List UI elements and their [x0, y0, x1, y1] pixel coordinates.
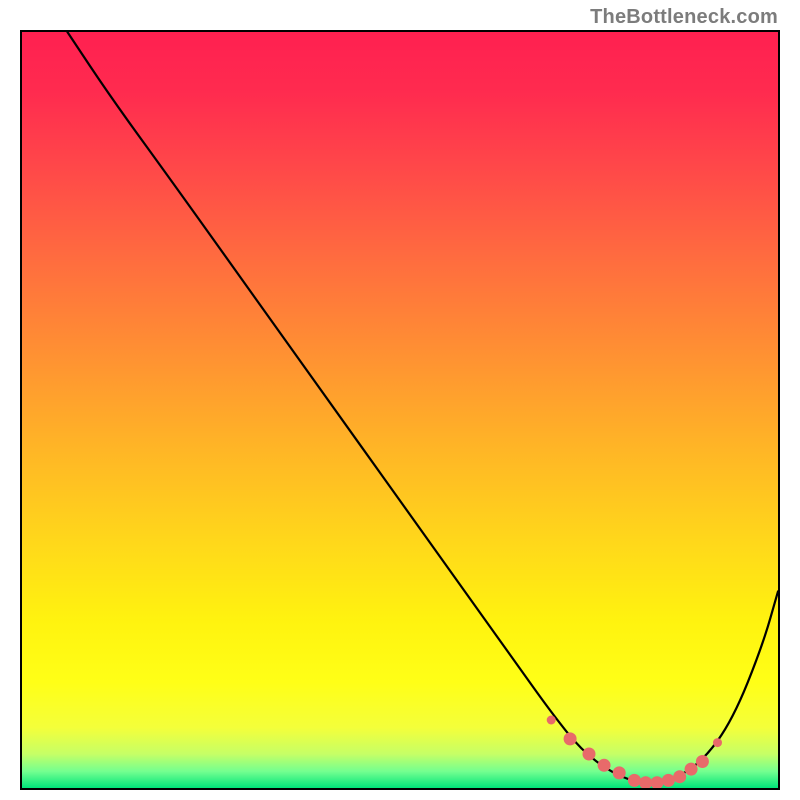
marker-dots	[547, 716, 722, 789]
chart-frame	[20, 30, 780, 790]
marker-dot	[639, 776, 652, 788]
bottleneck-curve	[67, 32, 778, 783]
marker-dot	[613, 766, 626, 779]
chart-overlay	[22, 32, 778, 788]
marker-dot	[628, 774, 641, 787]
marker-dot	[547, 716, 556, 725]
marker-dot	[696, 755, 709, 768]
marker-dot	[685, 763, 698, 776]
marker-dot	[662, 774, 675, 787]
marker-dot	[598, 759, 611, 772]
marker-dot	[564, 732, 577, 745]
marker-dot	[673, 770, 686, 783]
marker-dot	[583, 748, 596, 761]
marker-dot	[713, 738, 722, 747]
watermark-text: TheBottleneck.com	[590, 6, 778, 29]
marker-dot	[651, 776, 664, 788]
